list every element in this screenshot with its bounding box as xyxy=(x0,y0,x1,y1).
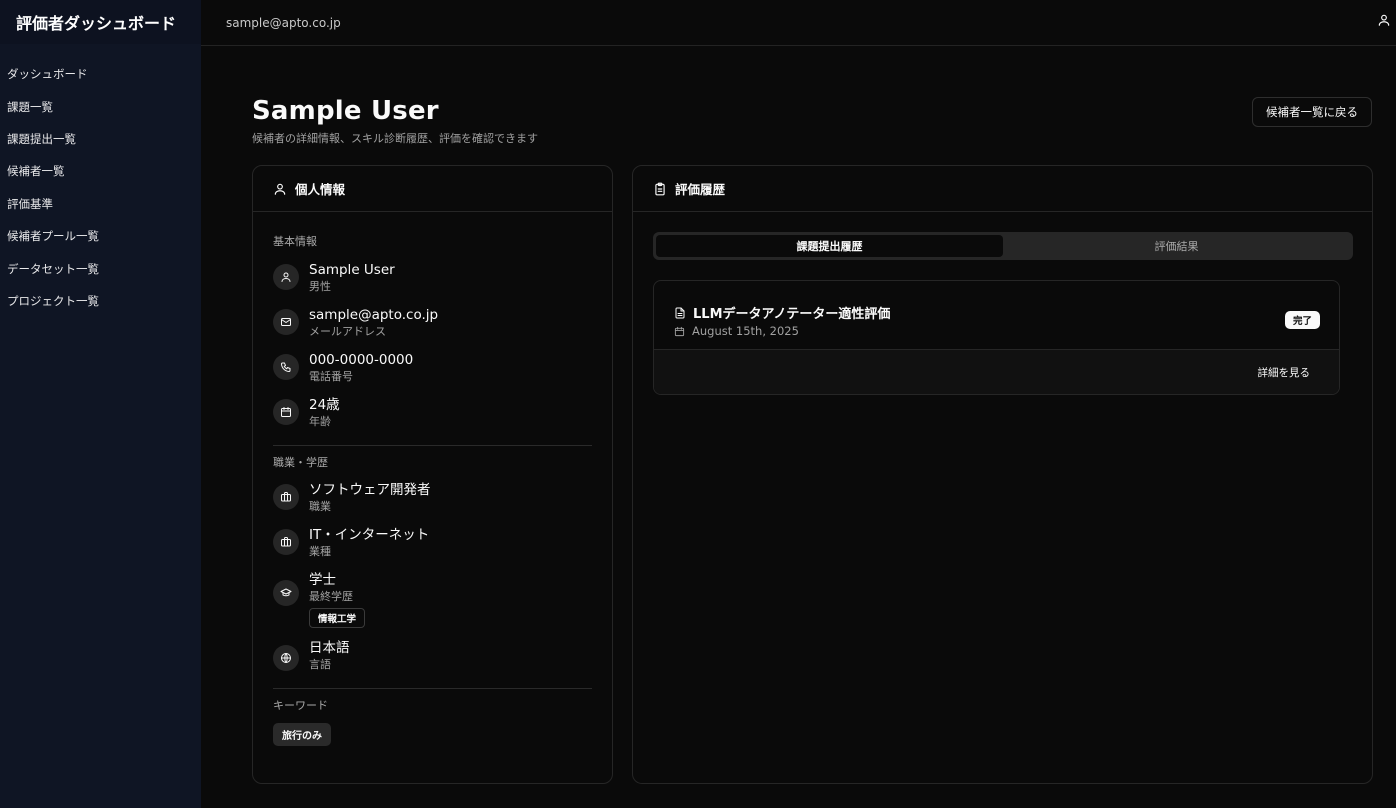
personal-info-card: 個人情報 基本情報 Sample User 男性 sample@apto.co.… xyxy=(252,165,613,784)
basic-info-section: 基本情報 Sample User 男性 sample@apto.co.jp メー… xyxy=(253,212,612,430)
sidebar-item-dashboard[interactable]: ダッシュボード xyxy=(0,58,201,90)
personal-info-title: 個人情報 xyxy=(295,182,346,197)
page-header: Sample User 候補者の詳細情報、スキル診断履歴、評価を確認できます xyxy=(252,96,538,146)
info-row-age: 24歳 年齢 xyxy=(273,397,592,430)
sidebar-item-candidate-pools[interactable]: 候補者プール一覧 xyxy=(0,220,201,252)
candidate-education-label: 最終学歴 xyxy=(309,590,353,603)
candidate-language: 日本語 xyxy=(309,640,350,656)
tab-submission-history[interactable]: 課題提出履歴 xyxy=(656,235,1003,257)
submission-date-row: August 15th, 2025 xyxy=(674,324,799,338)
candidate-age-label: 年齢 xyxy=(309,415,331,428)
tab-evaluation-results[interactable]: 評価結果 xyxy=(1003,235,1350,257)
candidate-email-label: メールアドレス xyxy=(309,325,386,338)
candidate-industry: IT・インターネット xyxy=(309,527,430,543)
evaluation-history-card: 評価履歴 課題提出履歴 評価結果 LLMデータアノテーター適性評価 August… xyxy=(632,165,1373,784)
sidebar-title: 評価者ダッシュボード xyxy=(0,0,201,44)
candidate-industry-label: 業種 xyxy=(309,545,331,558)
view-details-button[interactable]: 詳細を見る xyxy=(1258,365,1311,380)
user-icon xyxy=(274,183,286,195)
candidate-occupation-label: 職業 xyxy=(309,500,331,513)
topbar-email: sample@apto.co.jp xyxy=(226,15,341,30)
submission-date: August 15th, 2025 xyxy=(692,324,799,338)
keyword-tag: 旅行のみ xyxy=(273,723,331,746)
keyword-label: キーワード xyxy=(273,699,328,712)
calendar-icon xyxy=(674,326,685,336)
info-row-language: 日本語 言語 xyxy=(273,640,592,673)
submission-title: LLMデータアノテーター適性評価 xyxy=(693,307,891,322)
user-icon[interactable] xyxy=(1377,13,1391,27)
candidate-occupation: ソフトウェア開発者 xyxy=(309,482,431,498)
globe-icon xyxy=(273,645,299,671)
sidebar-nav: ダッシュボード 課題一覧 課題提出一覧 候補者一覧 評価基準 候補者プール一覧 … xyxy=(0,44,201,317)
evaluation-history-title: 評価履歴 xyxy=(675,182,726,197)
back-to-candidates-button[interactable]: 候補者一覧に戻る xyxy=(1252,97,1372,127)
sidebar-item-candidates[interactable]: 候補者一覧 xyxy=(0,155,201,187)
topbar: sample@apto.co.jp xyxy=(201,0,1396,46)
candidate-age: 24歳 xyxy=(309,397,340,413)
candidate-education: 学士 xyxy=(309,572,336,588)
file-text-icon xyxy=(675,307,685,318)
candidate-gender: 男性 xyxy=(309,280,331,293)
candidate-name: Sample User xyxy=(309,262,395,278)
page-subtitle: 候補者の詳細情報、スキル診断履歴、評価を確認できます xyxy=(252,132,538,145)
mail-icon xyxy=(273,309,299,335)
page-title: Sample User xyxy=(252,96,439,126)
sidebar-item-projects[interactable]: プロジェクト一覧 xyxy=(0,285,201,317)
basic-info-label: 基本情報 xyxy=(273,235,317,248)
submission-card-body: LLMデータアノテーター適性評価 August 15th, 2025 完了 xyxy=(654,281,1339,350)
status-badge: 完了 xyxy=(1284,311,1320,329)
career-label: 職業・学歴 xyxy=(273,456,328,469)
sidebar: 評価者ダッシュボード ダッシュボード 課題一覧 課題提出一覧 候補者一覧 評価基… xyxy=(0,0,201,808)
clipboard-icon xyxy=(655,182,665,195)
personal-info-header: 個人情報 xyxy=(253,166,612,212)
candidate-phone-label: 電話番号 xyxy=(309,370,353,383)
info-row-industry: IT・インターネット 業種 xyxy=(273,527,592,560)
sidebar-item-criteria[interactable]: 評価基準 xyxy=(0,188,201,220)
graduation-cap-icon xyxy=(273,580,299,606)
evaluation-history-header: 評価履歴 xyxy=(633,166,1372,212)
sidebar-item-datasets[interactable]: データセット一覧 xyxy=(0,252,201,284)
info-row-name: Sample User 男性 xyxy=(273,262,592,295)
candidate-email: sample@apto.co.jp xyxy=(309,307,439,323)
career-section: 職業・学歴 ソフトウェア開発者 職業 IT・インターネット 業種 学士 最終学歴… xyxy=(253,446,612,673)
candidate-phone: 000-0000-0000 xyxy=(309,352,414,368)
submission-title-row: LLMデータアノテーター適性評価 xyxy=(674,303,890,322)
history-tabs: 課題提出履歴 評価結果 xyxy=(653,232,1353,260)
app-root: 評価者ダッシュボード ダッシュボード 課題一覧 課題提出一覧 候補者一覧 評価基… xyxy=(0,0,1396,808)
submission-card: LLMデータアノテーター適性評価 August 15th, 2025 完了 詳細… xyxy=(653,280,1340,395)
info-row-occupation: ソフトウェア開発者 職業 xyxy=(273,482,592,515)
info-row-phone: 000-0000-0000 電話番号 xyxy=(273,352,592,385)
keyword-section: キーワード 旅行のみ xyxy=(253,689,612,746)
phone-icon xyxy=(273,354,299,380)
calendar-icon xyxy=(273,399,299,425)
candidate-language-label: 言語 xyxy=(309,658,331,671)
sidebar-item-submissions[interactable]: 課題提出一覧 xyxy=(0,123,201,155)
main-content: sample@apto.co.jp Sample User 候補者の詳細情報、ス… xyxy=(201,0,1396,808)
user-icon xyxy=(273,264,299,290)
submission-card-footer: 詳細を見る xyxy=(654,350,1339,394)
info-row-email: sample@apto.co.jp メールアドレス xyxy=(273,307,592,340)
major-tag: 情報工学 xyxy=(309,608,366,628)
sidebar-item-tasks[interactable]: 課題一覧 xyxy=(0,90,201,122)
briefcase-icon xyxy=(273,484,299,510)
info-row-education: 学士 最終学歴 情報工学 xyxy=(273,572,592,628)
briefcase-icon xyxy=(273,529,299,555)
